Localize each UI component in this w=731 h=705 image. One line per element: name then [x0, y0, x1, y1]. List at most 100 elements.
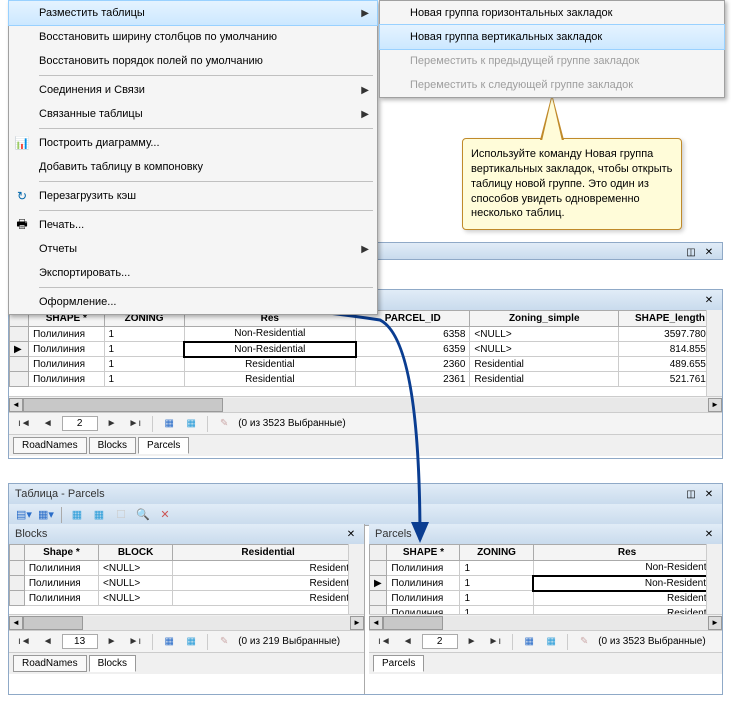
related-tables-icon[interactable]: ▦▾ [37, 506, 55, 524]
col-header[interactable]: Shape * [24, 545, 98, 561]
close-icon[interactable]: ✕ [702, 487, 716, 501]
data-table: SHAPE * ZONING Res PARCEL_ID Zoning_simp… [9, 310, 722, 387]
record-position-input[interactable] [422, 634, 458, 649]
sub-panel-blocks: Blocks ✕ Shape * BLOCK Residential Полил… [9, 524, 365, 694]
menu-separator [39, 210, 373, 211]
select-by-attr-icon[interactable]: ▦ [68, 506, 86, 524]
close-icon[interactable]: ✕ [702, 527, 716, 541]
menu-item-reports[interactable]: Отчеты ▶ [9, 237, 377, 261]
delete-selected-icon[interactable]: ✕ [156, 506, 174, 524]
clear-selection-icon[interactable]: ☐ [112, 506, 130, 524]
menu-icon-blank [13, 5, 31, 21]
menu-item-add-table-layout[interactable]: Добавить таблицу в компоновку [9, 155, 377, 179]
table-row[interactable]: Полилиния1Residential2360Residential489.… [10, 357, 722, 372]
close-icon[interactable]: ✕ [702, 293, 716, 307]
col-header[interactable]: BLOCK [99, 545, 173, 561]
menu-item-related-tables[interactable]: Связанные таблицы ▶ [9, 102, 377, 126]
close-icon[interactable]: ✕ [702, 245, 716, 259]
menu-item-print[interactable]: 🖶 Печать... [9, 213, 377, 237]
nav-prev-icon[interactable]: ◄ [400, 636, 416, 647]
record-position-input[interactable] [62, 416, 98, 431]
zoom-selected-icon[interactable]: 🔍 [134, 506, 152, 524]
nav-last-icon[interactable]: ►ı [126, 418, 145, 429]
table-row[interactable]: ▶Полилиния1Non-Residential [370, 576, 722, 591]
scroll-right-icon[interactable]: ► [708, 398, 722, 412]
horizontal-scrollbar[interactable]: ◄ ► [9, 396, 722, 412]
nav-first-icon[interactable]: ı◄ [15, 636, 34, 647]
nav-last-icon[interactable]: ►ı [486, 636, 505, 647]
nav-next-icon[interactable]: ► [104, 418, 120, 429]
menu-item-restore-col-width[interactable]: Восстановить ширину столбцов по умолчани… [9, 25, 377, 49]
table-row[interactable]: Полилиния<NULL>Residential [10, 591, 364, 606]
nav-next-icon[interactable]: ► [104, 636, 120, 647]
nav-first-icon[interactable]: ı◄ [375, 636, 394, 647]
horizontal-scrollbar[interactable]: ◄ ► [369, 614, 722, 630]
tab-blocks[interactable]: Blocks [89, 437, 136, 454]
submenu-item-new-vertical-group[interactable]: Новая группа вертикальных закладок [379, 24, 725, 50]
tab-blocks[interactable]: Blocks [89, 655, 136, 672]
submenu-arrow-icon: ▶ [361, 244, 369, 255]
table-row[interactable]: Полилиния1Non-Residential [370, 561, 722, 576]
show-selected-icon[interactable]: ▦ [183, 634, 199, 650]
table-toolbar: ▤▾ ▦▾ ▦ ▦ ☐ 🔍 ✕ [9, 504, 722, 526]
col-header[interactable]: Residential [173, 545, 364, 561]
help-callout: Используйте команду Новая группа вертика… [462, 138, 682, 230]
vertical-scrollbar[interactable] [348, 544, 364, 614]
record-navigator: ı◄ ◄ ► ►ı ▦ ▦ ✎ (0 из 3523 Выбранные) [369, 630, 722, 652]
tab-parcels[interactable]: Parcels [373, 655, 424, 672]
table-row[interactable]: Полилиния1Residential [370, 606, 722, 615]
table-tabs: RoadNames Blocks Parcels [9, 434, 722, 456]
table-row[interactable]: Полилиния1Residential [370, 591, 722, 606]
pencil-icon: ✎ [576, 634, 592, 650]
nav-prev-icon[interactable]: ◄ [40, 418, 56, 429]
menu-item-arrange-tables[interactable]: Разместить таблицы ▶ [8, 0, 378, 26]
col-header[interactable]: Res [533, 545, 721, 561]
nav-last-icon[interactable]: ►ı [126, 636, 145, 647]
show-all-icon[interactable]: ▦ [521, 634, 537, 650]
submenu-item-move-prev-group: Переместить к предыдущей группе закладок [380, 49, 724, 73]
show-all-icon[interactable]: ▦ [161, 634, 177, 650]
show-all-icon[interactable]: ▦ [161, 416, 177, 432]
nav-next-icon[interactable]: ► [464, 636, 480, 647]
pin-icon[interactable]: ◫ [684, 245, 698, 259]
table-row[interactable]: Полилиния1Residential2361Residential521.… [10, 372, 722, 387]
show-selected-icon[interactable]: ▦ [543, 634, 559, 650]
table-options-icon[interactable]: ▤▾ [15, 506, 33, 524]
submenu-arrow-icon: ▶ [361, 85, 369, 96]
switch-selection-icon[interactable]: ▦ [90, 506, 108, 524]
tab-parcels[interactable]: Parcels [138, 437, 189, 454]
vertical-scrollbar[interactable] [706, 310, 722, 396]
submenu-arrow-icon: ▶ [361, 8, 369, 19]
menu-item-create-chart[interactable]: 📊 Построить диаграмму... [9, 131, 377, 155]
selection-status: (0 из 3523 Выбранные) [598, 636, 705, 647]
menu-item-reload-cache[interactable]: ↻ Перезагрузить кэш [9, 184, 377, 208]
pin-icon[interactable]: ◫ [684, 487, 698, 501]
nav-first-icon[interactable]: ı◄ [15, 418, 34, 429]
nav-prev-icon[interactable]: ◄ [40, 636, 56, 647]
record-position-input[interactable] [62, 634, 98, 649]
tab-roadnames[interactable]: RoadNames [13, 655, 87, 672]
reload-icon: ↻ [13, 188, 31, 204]
menu-item-appearance[interactable]: Оформление... [9, 290, 377, 314]
vertical-scrollbar[interactable] [706, 544, 722, 614]
menu-item-joins-relates[interactable]: Соединения и Связи ▶ [9, 78, 377, 102]
menu-separator [39, 181, 373, 182]
show-selected-icon[interactable]: ▦ [183, 416, 199, 432]
submenu-item-new-horizontal-group[interactable]: Новая группа горизонтальных закладок [380, 1, 724, 25]
col-header[interactable]: ZONING [460, 545, 533, 561]
close-icon[interactable]: ✕ [344, 527, 358, 541]
scroll-left-icon[interactable]: ◄ [9, 398, 23, 412]
menu-item-restore-field-order[interactable]: Восстановить порядок полей по умолчанию [9, 49, 377, 73]
selection-status: (0 из 3523 Выбранные) [238, 418, 345, 429]
col-header[interactable]: Zoning_simple [470, 311, 619, 327]
tab-roadnames[interactable]: RoadNames [13, 437, 87, 454]
menu-item-export[interactable]: Экспортировать... [9, 261, 377, 285]
table-row[interactable]: Полилиния1Non-Residential6358<NULL>3597.… [10, 327, 722, 342]
menu-separator [39, 75, 373, 76]
table-row[interactable]: Полилиния<NULL>Residential [10, 561, 364, 576]
table-row[interactable]: Полилиния<NULL>Residential [10, 576, 364, 591]
panel-header: Таблица - Parcels ◫ ✕ [9, 484, 722, 504]
table-row[interactable]: ▶Полилиния1Non-Residential6359<NULL>814.… [10, 342, 722, 357]
horizontal-scrollbar[interactable]: ◄ ► [9, 614, 364, 630]
col-header[interactable]: SHAPE * [387, 545, 460, 561]
